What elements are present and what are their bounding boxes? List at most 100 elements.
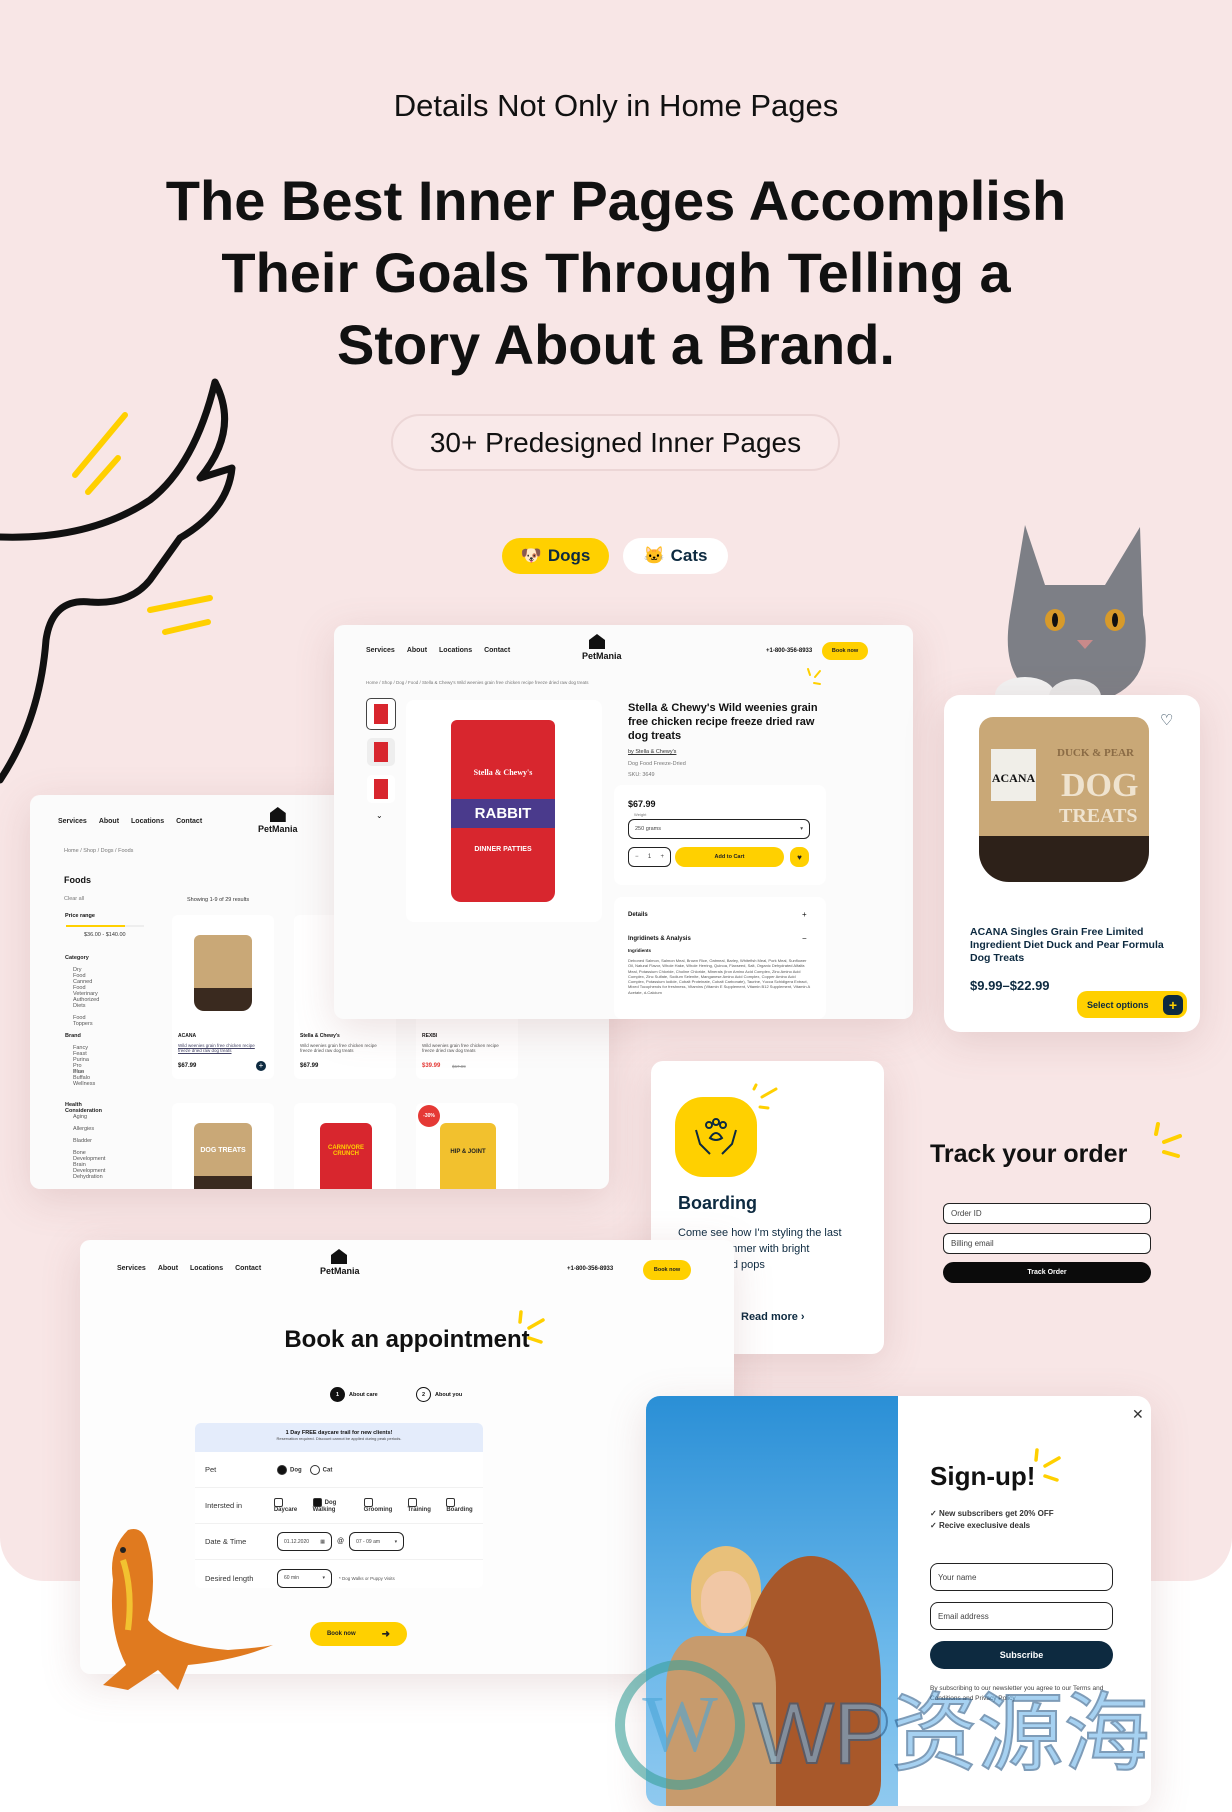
- nav-services[interactable]: Services: [366, 647, 395, 654]
- product-card[interactable]: DOG TREATS: [172, 1103, 274, 1189]
- minus-icon[interactable]: −: [635, 854, 639, 860]
- product-name[interactable]: Wild weenies grain free chicken recipe f…: [422, 1043, 508, 1053]
- product-card[interactable]: ACANA Wild weenies grain free chicken re…: [172, 915, 274, 1079]
- date-value: 01.12.2020: [284, 1538, 310, 1545]
- step-number: 2: [416, 1387, 431, 1402]
- checkbox-boarding[interactable]: Boarding: [446, 1498, 483, 1513]
- nav-contact[interactable]: Contact: [484, 647, 510, 654]
- nav-contact[interactable]: Contact: [176, 818, 202, 825]
- filter-option[interactable]: Wellness: [73, 1081, 95, 1087]
- name-input[interactable]: Your name: [930, 1563, 1113, 1591]
- chevron-down-icon[interactable]: ⌄: [376, 811, 383, 820]
- book-now-submit-button[interactable]: Book now ➜: [310, 1622, 407, 1646]
- product-card[interactable]: CARNIVORE CRUNCH: [294, 1103, 396, 1189]
- nav-contact[interactable]: Contact: [235, 1265, 261, 1272]
- nav-services[interactable]: Services: [58, 818, 87, 825]
- product-card[interactable]: -30% HIP & JOINT: [416, 1103, 518, 1189]
- tab-cats[interactable]: 🐱 Cats: [623, 538, 728, 574]
- read-more-link[interactable]: Read more ›: [741, 1311, 805, 1323]
- nav-locations[interactable]: Locations: [190, 1265, 223, 1272]
- filter-option[interactable]: Diets: [73, 1003, 86, 1009]
- filter-option[interactable]: Aging: [73, 1114, 87, 1120]
- checkbox-daycare[interactable]: Daycare: [273, 1498, 308, 1513]
- plus-icon[interactable]: +: [660, 854, 664, 860]
- add-to-cart-icon[interactable]: +: [256, 1061, 266, 1071]
- filter-title[interactable]: Category: [65, 955, 89, 961]
- sparkle-accent-icon: [807, 668, 821, 685]
- nav-about[interactable]: About: [407, 647, 427, 654]
- step-number: 1: [330, 1387, 345, 1402]
- thumbnail[interactable]: [367, 775, 395, 803]
- filter-option[interactable]: Dry Food: [73, 967, 86, 979]
- inner-pages-pill: 30+ Predesigned Inner Pages: [391, 414, 840, 471]
- plus-icon: +: [1163, 994, 1183, 1015]
- date-input[interactable]: 01.12.2020 ▦: [277, 1532, 332, 1551]
- product-name[interactable]: Wild weenies grain free chicken recipe f…: [300, 1043, 386, 1053]
- clear-all-link[interactable]: Clear all: [64, 896, 84, 902]
- filter-option[interactable]: Brain Development: [73, 1162, 105, 1174]
- weight-value: 250 grams: [635, 826, 661, 832]
- petmania-logo[interactable]: PetMania: [582, 634, 622, 661]
- select-options-button[interactable]: Select options +: [1077, 991, 1187, 1018]
- checkbox-training[interactable]: Training: [407, 1498, 442, 1513]
- filter-option[interactable]: Bone Development: [73, 1150, 105, 1162]
- wordpress-logo-icon: W: [615, 1660, 745, 1790]
- email-input[interactable]: Email address: [930, 1602, 1113, 1630]
- filter-option[interactable]: Veterinary Authorized: [73, 991, 99, 1003]
- product-name[interactable]: Wild weenies grain free chicken recipe f…: [178, 1043, 264, 1053]
- close-icon[interactable]: ✕: [1132, 1406, 1144, 1423]
- step-2[interactable]: 2 About you: [416, 1387, 462, 1402]
- phone-number[interactable]: +1-800-356-8933: [567, 1266, 613, 1272]
- sparkle-accent-icon: [752, 1083, 778, 1110]
- nav-about[interactable]: About: [99, 818, 119, 825]
- phone-number[interactable]: +1-800-356-8933: [766, 648, 812, 654]
- filter-option[interactable]: Dehydration: [73, 1174, 103, 1180]
- bag-brand-text: ACANA: [991, 749, 1036, 801]
- order-id-input[interactable]: Order ID: [943, 1203, 1151, 1224]
- details-heading[interactable]: Details: [628, 912, 648, 918]
- sparkle-accent-icon: [518, 1310, 545, 1344]
- book-now-button[interactable]: Book now: [822, 642, 868, 660]
- checkbox-dog-walking[interactable]: Dog Walking: [312, 1498, 359, 1513]
- filter-option[interactable]: Food Toppers: [73, 1015, 93, 1027]
- button-label: Book now: [326, 1631, 356, 1637]
- add-to-cart-button[interactable]: Add to Cart: [675, 847, 784, 867]
- petmania-logo[interactable]: PetMania: [258, 807, 298, 834]
- filter-option[interactable]: Fancy Feast: [73, 1045, 88, 1057]
- thumbnail-active[interactable]: [366, 698, 396, 730]
- nav-locations[interactable]: Locations: [131, 818, 164, 825]
- step-1[interactable]: 1 About care: [330, 1387, 378, 1402]
- price-range-slider[interactable]: [66, 925, 144, 927]
- radio-cat[interactable]: Cat: [309, 1464, 332, 1475]
- nav-locations[interactable]: Locations: [439, 647, 472, 654]
- tab-dogs[interactable]: 🐶 Dogs: [502, 538, 609, 574]
- plus-icon[interactable]: +: [802, 910, 807, 919]
- checkbox-grooming[interactable]: Grooming: [363, 1498, 403, 1513]
- nav-services[interactable]: Services: [117, 1265, 146, 1272]
- nav-about[interactable]: About: [158, 1265, 178, 1272]
- weight-select[interactable]: 250 grams ▾: [628, 819, 810, 839]
- filter-title[interactable]: Health Consideration: [65, 1102, 102, 1114]
- length-select[interactable]: 60 min ▾: [277, 1568, 332, 1588]
- radio-dog[interactable]: Dog: [277, 1464, 302, 1475]
- filter-option[interactable]: Canned Food: [73, 979, 92, 991]
- billing-email-input[interactable]: Billing email: [943, 1233, 1151, 1254]
- filter-option[interactable]: Allergies: [73, 1126, 94, 1132]
- wishlist-heart-icon[interactable]: ♡: [1160, 711, 1173, 729]
- ingredients-analysis-heading[interactable]: Ingridinets & Analysis: [628, 936, 691, 942]
- filter-option[interactable]: Bladder: [73, 1138, 92, 1144]
- brand-link[interactable]: by Stella & Chewy's: [628, 749, 676, 755]
- product-card-acana[interactable]: ACANA DUCK & PEAR DOG TREATS ♡ ACANA Sin…: [944, 695, 1200, 1032]
- book-now-button[interactable]: Book now: [643, 1260, 691, 1280]
- filter-option[interactable]: Blue Buffalo: [73, 1069, 90, 1081]
- wishlist-heart-icon[interactable]: ♥: [790, 847, 809, 867]
- track-order-button[interactable]: Track Order: [943, 1262, 1151, 1283]
- time-select[interactable]: 07 - 09 am ▾: [349, 1532, 405, 1551]
- quantity-stepper[interactable]: − 1 +: [628, 847, 671, 867]
- thumbnail[interactable]: [367, 738, 395, 766]
- petmania-logo[interactable]: PetMania: [320, 1249, 360, 1276]
- minus-icon[interactable]: −: [802, 934, 807, 943]
- filter-title[interactable]: Brand: [65, 1033, 81, 1039]
- button-label: Select options: [1087, 999, 1149, 1010]
- product-image: CARNIVORE CRUNCH: [320, 1123, 372, 1189]
